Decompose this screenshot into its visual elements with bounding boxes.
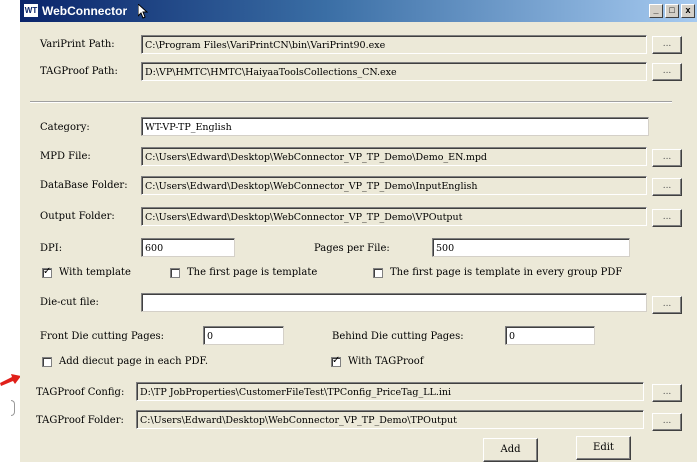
tagproof-path-label: TAGProof Path:: [40, 66, 118, 77]
red-arrow-icon: [0, 374, 21, 386]
output-folder-label: Output Folder:: [40, 211, 115, 222]
first-page-group-checkbox[interactable]: The first page is template in every grou…: [373, 267, 622, 278]
variprint-path-field[interactable]: C:\Program Files\VariPrintCN\bin\VariPri…: [141, 35, 647, 54]
tagproof-browse-button[interactable]: ...: [652, 63, 682, 81]
minimize-button[interactable]: _: [649, 4, 663, 18]
first-page-template-label: The first page is template: [187, 267, 318, 278]
pages-per-file-input[interactable]: 500: [432, 238, 630, 257]
output-folder-field[interactable]: C:\Users\Edward\Desktop\WebConnector_VP_…: [141, 207, 647, 226]
webconnector-window: WT WebConnector _ □ x VariPrint Path: C:…: [20, 0, 697, 462]
checkbox-box[interactable]: ✓: [42, 265, 52, 278]
with-template-checkbox[interactable]: ✓ With template: [42, 265, 131, 278]
behind-die-label: Behind Die cutting Pages:: [332, 331, 464, 342]
check-icon: ✓: [43, 265, 52, 277]
tagproof-folder-label: TAGProof Folder:: [36, 415, 124, 426]
database-browse-button[interactable]: ...: [652, 178, 682, 196]
category-label: Category:: [40, 122, 90, 133]
checkbox-box[interactable]: ✓: [331, 354, 341, 367]
front-die-label: Front Die cutting Pages:: [40, 331, 165, 342]
add-diecut-label: Add diecut page in each PDF.: [59, 356, 209, 367]
checkbox-box[interactable]: [373, 267, 383, 278]
app-icon: WT: [24, 4, 38, 17]
first-page-group-label: The first page is template in every grou…: [390, 267, 623, 278]
behind-die-input[interactable]: 0: [505, 326, 595, 345]
mpd-file-field[interactable]: C:\Users\Edward\Desktop\WebConnector_VP_…: [141, 147, 647, 166]
edit-button[interactable]: Edit: [576, 436, 631, 460]
category-input[interactable]: WT-VP-TP_English: [141, 117, 649, 136]
tagproof-folder-browse-button[interactable]: ...: [652, 413, 682, 431]
dpi-label: DPI:: [40, 243, 63, 254]
pages-per-file-label: Pages per File:: [314, 243, 390, 254]
dpi-input[interactable]: 600: [141, 238, 235, 257]
maximize-button[interactable]: □: [665, 4, 679, 18]
add-button[interactable]: Add: [483, 438, 538, 462]
checkbox-box[interactable]: [170, 267, 180, 278]
divider: [30, 101, 672, 103]
mpd-file-label: MPD File:: [40, 151, 91, 162]
database-folder-field[interactable]: C:\Users\Edward\Desktop\WebConnector_VP_…: [141, 176, 647, 195]
diecut-browse-button[interactable]: ...: [652, 296, 682, 314]
tagproof-config-browse-button[interactable]: ...: [652, 384, 682, 402]
diecut-file-label: Die-cut file:: [40, 297, 99, 308]
close-button[interactable]: x: [681, 4, 695, 18]
database-folder-label: DataBase Folder:: [40, 180, 128, 191]
tagproof-folder-field[interactable]: C:\Users\Edward\Desktop\WebConnector_VP_…: [136, 410, 644, 429]
side-marker: [11, 400, 15, 416]
with-tagproof-checkbox[interactable]: ✓ With TAGProof: [331, 354, 424, 367]
diecut-file-input[interactable]: [141, 293, 647, 312]
output-browse-button[interactable]: ...: [652, 209, 682, 227]
title-bar[interactable]: WT WebConnector _ □ x: [20, 0, 697, 22]
tagproof-config-field[interactable]: D:\TP JobProperties\CustomerFileTest\TPC…: [136, 382, 644, 401]
variprint-browse-button[interactable]: ...: [652, 36, 682, 54]
tagproof-path-field[interactable]: D:\VP\HMTC\HMTC\HaiyaaToolsCollections_C…: [141, 62, 647, 81]
front-die-input[interactable]: 0: [203, 326, 284, 345]
with-template-label: With template: [59, 267, 131, 278]
window-title: WebConnector: [42, 4, 128, 18]
mpd-browse-button[interactable]: ...: [652, 149, 682, 167]
mouse-cursor-icon: [138, 4, 148, 19]
checkbox-box[interactable]: [42, 356, 52, 367]
with-tagproof-label: With TAGProof: [348, 356, 424, 367]
add-diecut-checkbox[interactable]: Add diecut page in each PDF.: [42, 356, 208, 367]
check-icon: ✓: [332, 354, 341, 366]
tagproof-config-label: TAGProof Config:: [36, 387, 125, 398]
variprint-path-label: VariPrint Path:: [40, 39, 115, 50]
first-page-template-checkbox[interactable]: The first page is template: [170, 267, 317, 278]
